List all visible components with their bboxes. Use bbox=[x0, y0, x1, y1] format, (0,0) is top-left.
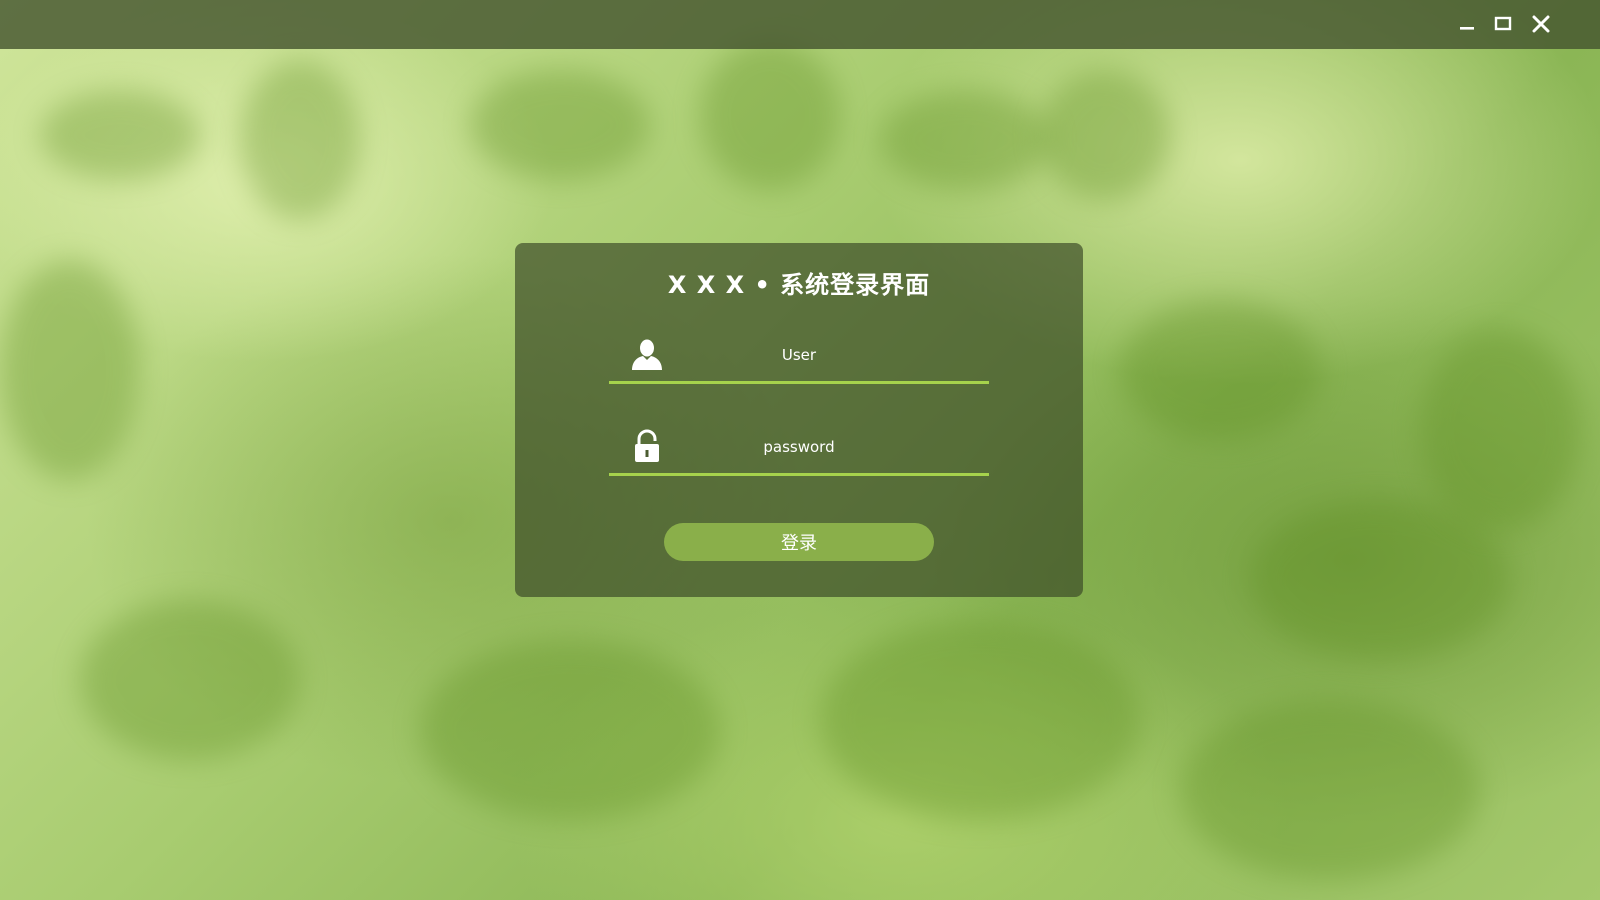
password-input[interactable] bbox=[609, 431, 989, 463]
maximize-icon bbox=[1494, 16, 1512, 31]
login-title: X X X • 系统登录界面 bbox=[667, 271, 931, 299]
login-button[interactable]: 登录 bbox=[664, 523, 934, 561]
title-bar bbox=[0, 0, 1600, 49]
close-button[interactable] bbox=[1526, 9, 1556, 39]
username-field-row bbox=[609, 329, 989, 384]
login-panel: X X X • 系统登录界面 登录 bbox=[515, 243, 1083, 597]
minimize-icon bbox=[1460, 27, 1474, 30]
maximize-button[interactable] bbox=[1488, 9, 1518, 39]
close-icon bbox=[1532, 15, 1550, 33]
username-input[interactable] bbox=[609, 339, 989, 371]
password-field-row bbox=[609, 421, 989, 476]
minimize-button[interactable] bbox=[1452, 9, 1482, 39]
